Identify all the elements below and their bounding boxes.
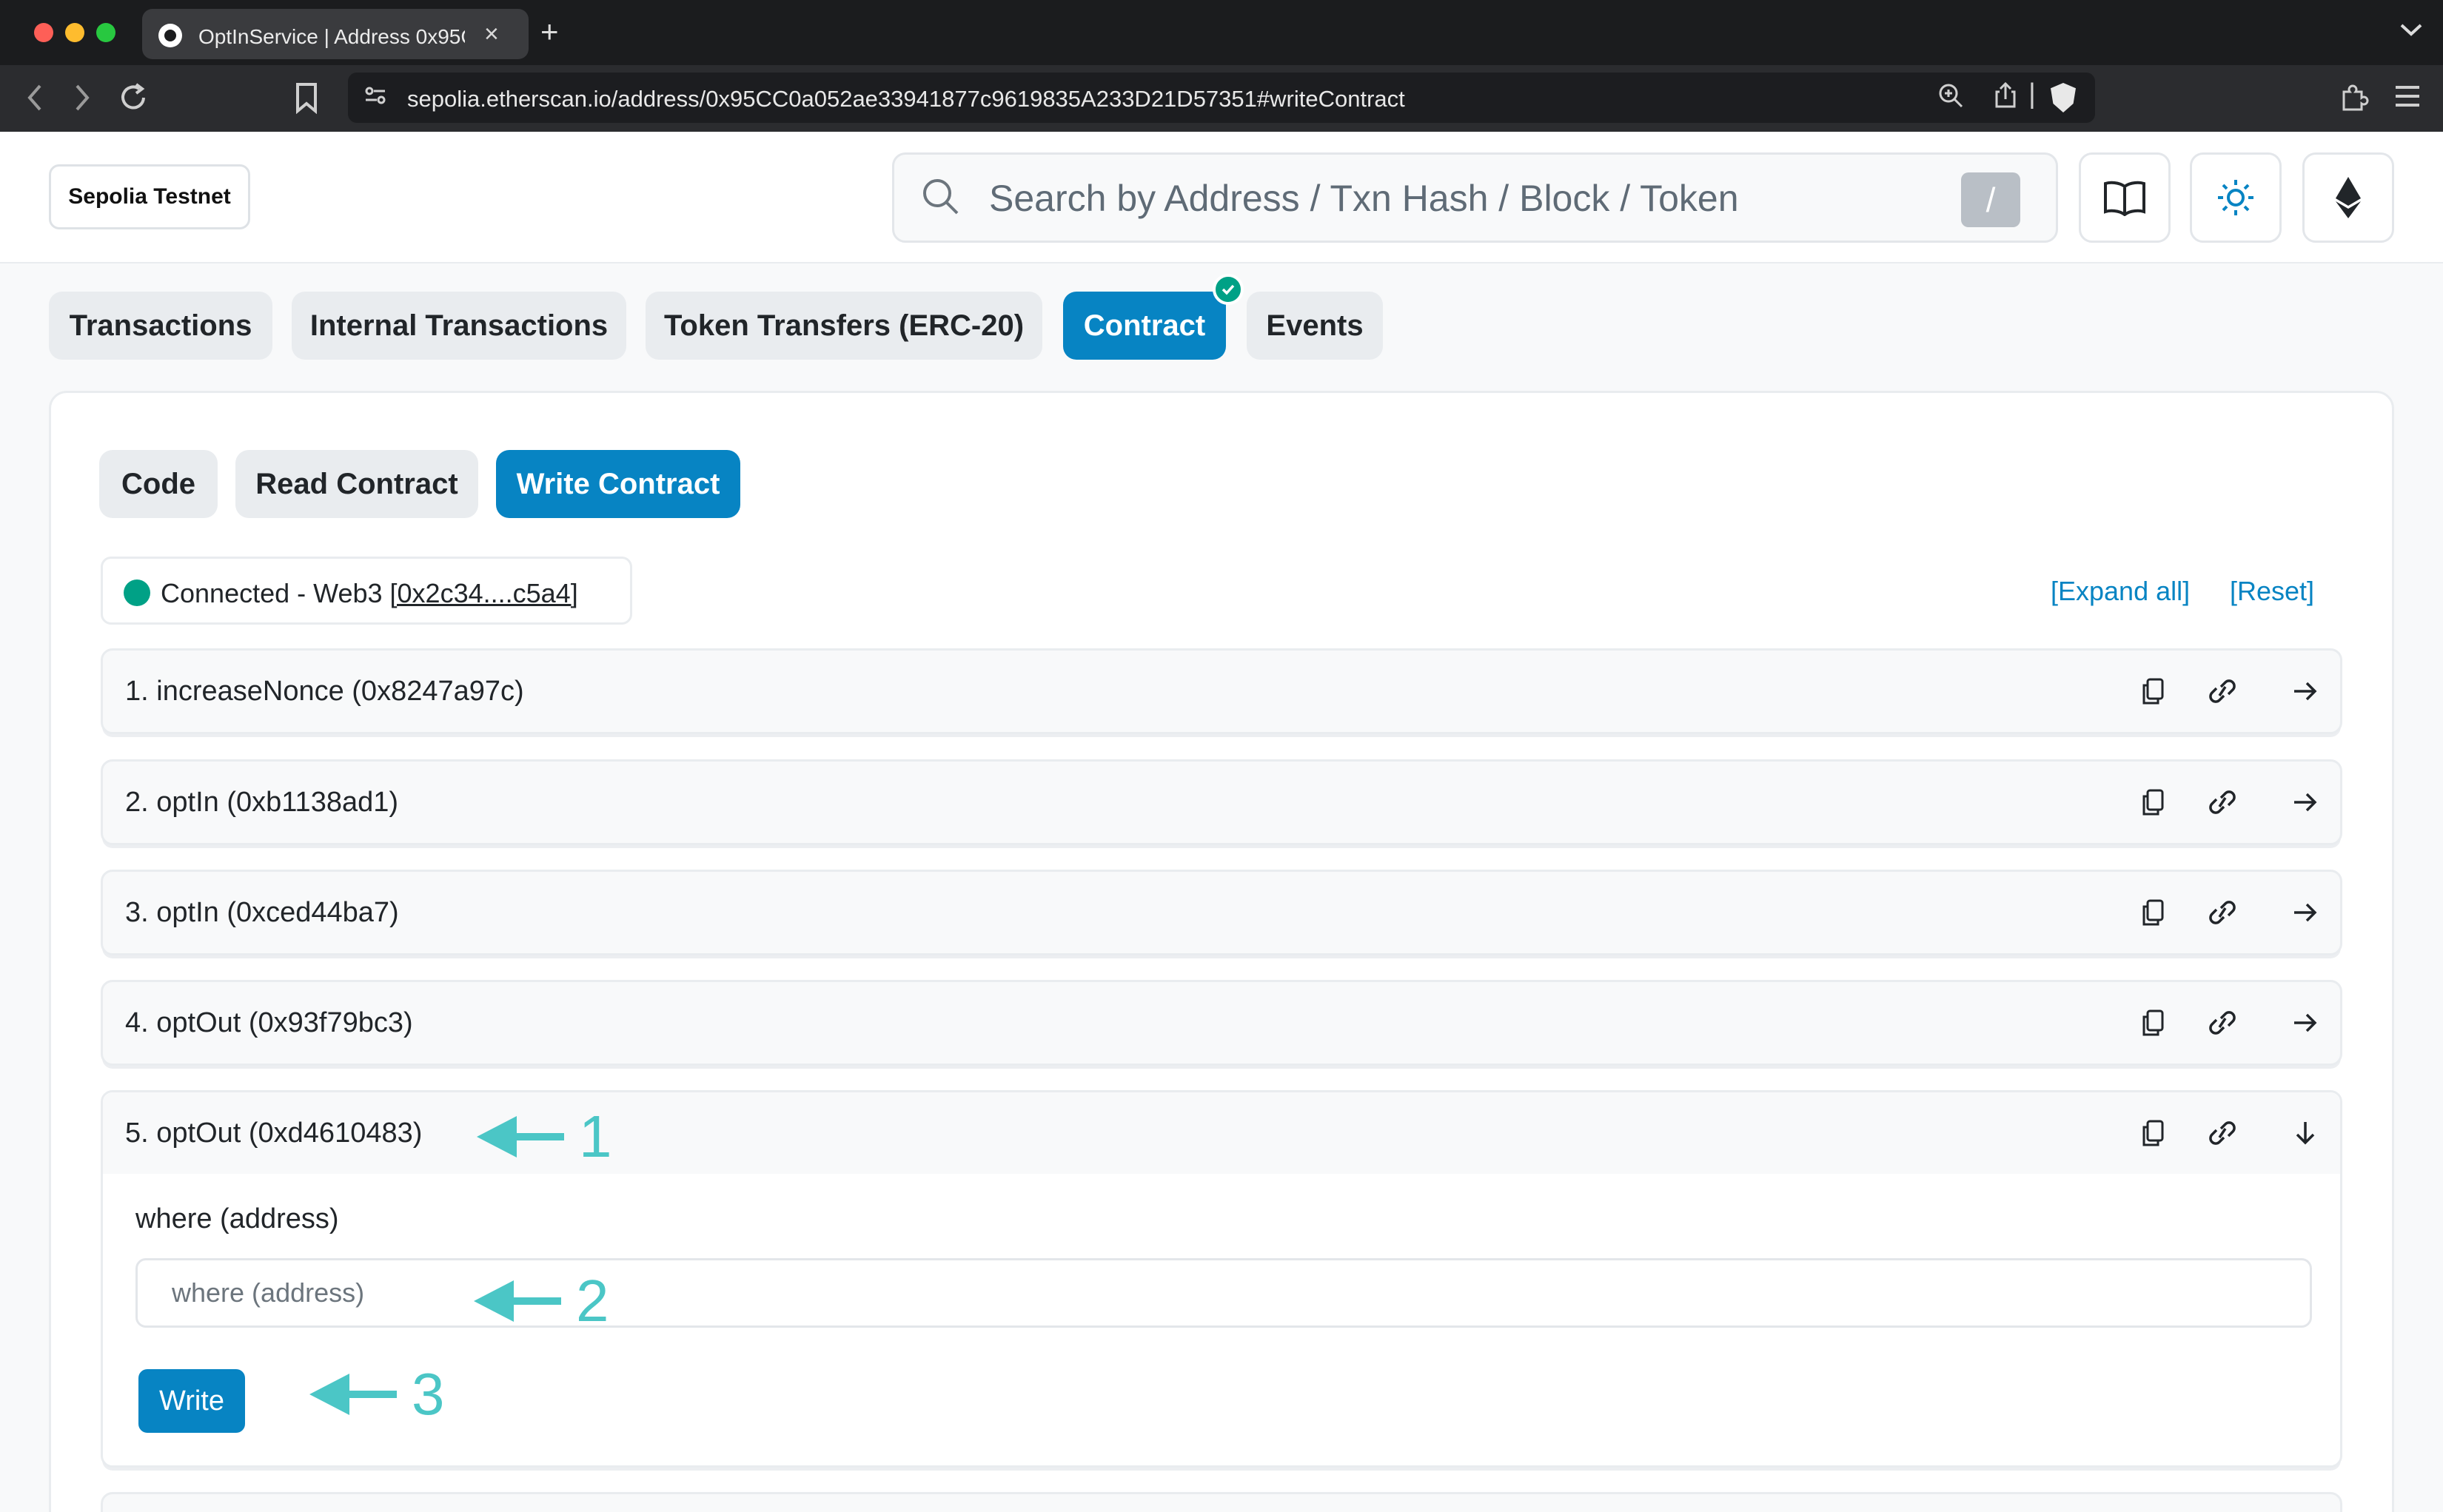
- sun-icon: [2218, 180, 2253, 215]
- arrow-down-icon[interactable]: [2287, 1115, 2324, 1152]
- search-bar[interactable]: Search by Address / Txn Hash / Block / T…: [892, 152, 2058, 243]
- connected-address-link[interactable]: [0x2c34....c5a4]: [390, 578, 578, 608]
- tab-internal-transactions[interactable]: Internal Transactions: [292, 292, 626, 360]
- function-row[interactable]: 4. optOut (0x93f79bc3): [101, 980, 2342, 1066]
- reload-icon[interactable]: [117, 81, 150, 120]
- network-switch-button[interactable]: [2302, 152, 2394, 243]
- new-tab-button[interactable]: +: [540, 13, 559, 50]
- connected-status-dot: [124, 579, 150, 606]
- function-row[interactable]: 1. increaseNonce (0x8247a97c): [101, 648, 2342, 734]
- close-window-button[interactable]: [34, 23, 53, 42]
- function-header[interactable]: 5. optOut (0xd4610483): [103, 1092, 2340, 1174]
- menu-icon[interactable]: [2393, 81, 2422, 117]
- tab-contract[interactable]: Contract: [1063, 292, 1226, 360]
- etherscan-favicon-icon: [158, 24, 182, 47]
- ethereum-icon: [2336, 177, 2361, 218]
- copy-icon[interactable]: [2134, 1115, 2171, 1152]
- write-button[interactable]: Write: [138, 1369, 245, 1433]
- site-settings-icon[interactable]: [363, 83, 388, 115]
- connection-text: Connected - Web3 [0x2c34....c5a4]: [161, 578, 578, 609]
- browser-tab-bar: OptInService | Address 0x95C × +: [0, 0, 2443, 65]
- arrow-right-icon[interactable]: [2287, 1004, 2324, 1041]
- function-name: 3. optIn (0xced44ba7): [125, 897, 399, 928]
- book-icon: [2104, 181, 2145, 216]
- back-icon[interactable]: [25, 81, 44, 120]
- subtab-read-contract[interactable]: Read Contract: [235, 450, 478, 518]
- search-shortcut-key: /: [1961, 172, 2020, 227]
- brave-shield-icon[interactable]: [2051, 83, 2076, 112]
- tab-transactions[interactable]: Transactions: [49, 292, 272, 360]
- zoom-icon[interactable]: [1937, 81, 1965, 116]
- copy-icon[interactable]: [2134, 1004, 2171, 1041]
- address-bar[interactable]: sepolia.etherscan.io/address/0x95CC0a052…: [348, 73, 2095, 123]
- function-name: 5. optOut (0xd4610483): [125, 1118, 423, 1149]
- copy-icon[interactable]: [2134, 894, 2171, 931]
- url-text: sepolia.etherscan.io/address/0x95CC0a052…: [407, 86, 1405, 112]
- connection-status-label: Connected - Web3: [161, 578, 383, 608]
- function-row[interactable]: [101, 1492, 2342, 1512]
- function-row[interactable]: 2. optIn (0xb1138ad1): [101, 759, 2342, 845]
- link-icon[interactable]: [2204, 673, 2241, 710]
- link-icon[interactable]: [2204, 1004, 2241, 1041]
- function-name: 4. optOut (0x93f79bc3): [125, 1007, 413, 1038]
- param-label: where (address): [135, 1203, 339, 1234]
- search-icon: [923, 179, 959, 215]
- forward-icon[interactable]: [73, 81, 92, 120]
- annotation-arrow-icon: [474, 1280, 561, 1322]
- tab-close-icon[interactable]: ×: [484, 19, 499, 49]
- browser-tab-active[interactable]: OptInService | Address 0x95C ×: [142, 9, 529, 59]
- where-address-input[interactable]: [135, 1258, 2312, 1328]
- copy-icon[interactable]: [2134, 784, 2171, 821]
- bookmark-icon[interactable]: [295, 81, 318, 120]
- function-name: 2. optIn (0xb1138ad1): [125, 787, 399, 818]
- link-icon[interactable]: [2204, 784, 2241, 821]
- wallet-connection-status[interactable]: Connected - Web3 [0x2c34....c5a4]: [101, 557, 632, 625]
- site-header: Sepolia Testnet Search by Address / Txn …: [0, 132, 2443, 263]
- annotation-arrow-icon: [477, 1116, 564, 1157]
- maximize-window-button[interactable]: [96, 23, 115, 42]
- share-icon[interactable]: [1993, 81, 2018, 116]
- browser-nav-bar: sepolia.etherscan.io/address/0x95CC0a052…: [0, 65, 2443, 132]
- theme-toggle-button[interactable]: [2190, 152, 2282, 243]
- reset-link[interactable]: [Reset]: [2230, 576, 2314, 607]
- annotation-number: 2: [576, 1268, 609, 1334]
- annotation-number: 1: [579, 1103, 612, 1169]
- search-input[interactable]: Search by Address / Txn Hash / Block / T…: [989, 177, 1739, 220]
- minimize-window-button[interactable]: [65, 23, 84, 42]
- separator: |: [2028, 78, 2036, 110]
- tab-token-transfers[interactable]: Token Transfers (ERC-20): [646, 292, 1042, 360]
- function-name: 1. increaseNonce (0x8247a97c): [125, 676, 524, 707]
- tab-list-chevron-icon[interactable]: [2399, 16, 2424, 45]
- annotation-arrow-icon: [309, 1374, 397, 1415]
- link-icon[interactable]: [2204, 1115, 2241, 1152]
- subtab-write-contract[interactable]: Write Contract: [496, 450, 740, 518]
- link-icon[interactable]: [2204, 894, 2241, 931]
- verified-check-icon: [1213, 274, 1244, 305]
- tab-events[interactable]: Events: [1247, 292, 1383, 360]
- docs-button[interactable]: [2079, 152, 2171, 243]
- browser-tab-title: OptInService | Address 0x95C: [198, 25, 465, 48]
- arrow-right-icon[interactable]: [2287, 673, 2324, 710]
- expand-all-link[interactable]: [Expand all]: [2051, 576, 2190, 607]
- arrow-right-icon[interactable]: [2287, 784, 2324, 821]
- network-badge[interactable]: Sepolia Testnet: [49, 164, 250, 229]
- subtab-code[interactable]: Code: [99, 450, 218, 518]
- copy-icon[interactable]: [2134, 673, 2171, 710]
- extensions-icon[interactable]: [2339, 81, 2370, 118]
- function-row[interactable]: 3. optIn (0xced44ba7): [101, 870, 2342, 955]
- arrow-right-icon[interactable]: [2287, 894, 2324, 931]
- annotation-number: 3: [412, 1361, 445, 1427]
